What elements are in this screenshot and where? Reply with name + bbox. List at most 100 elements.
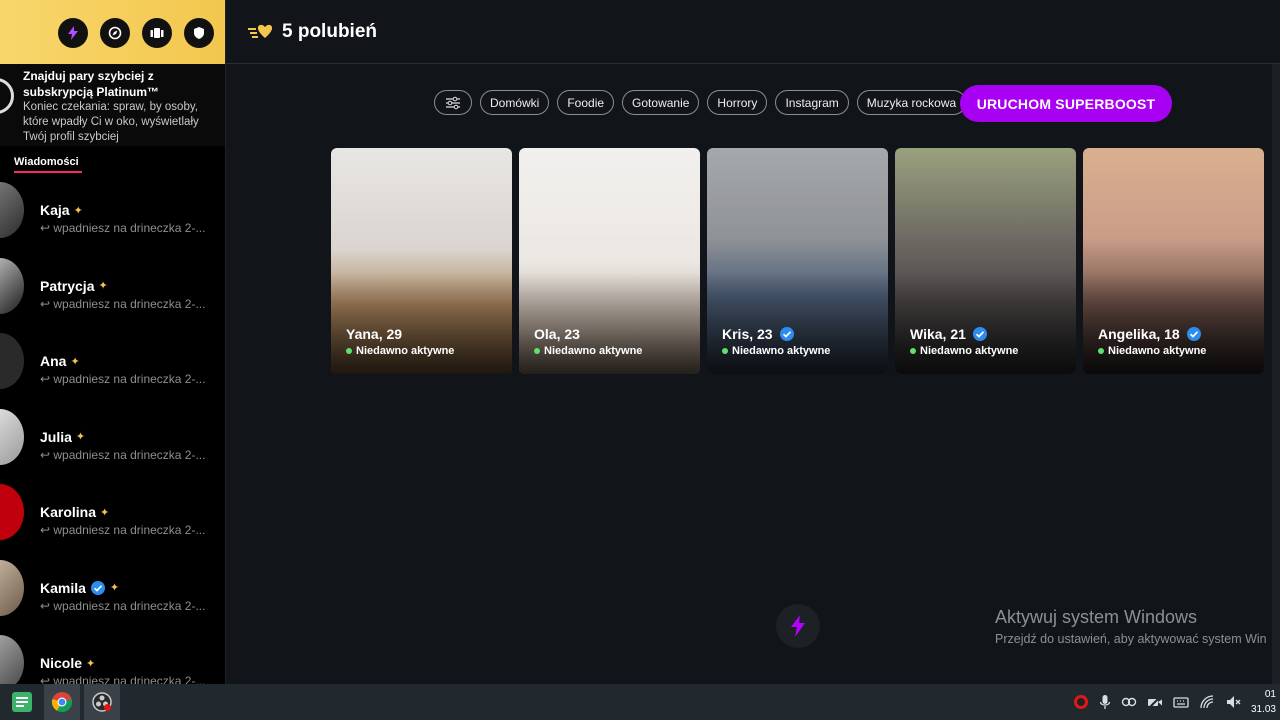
filter-chip[interactable]: Instagram <box>775 90 849 115</box>
filter-bar: Domówki Foodie Gotowanie Horrory Instagr… <box>434 90 985 115</box>
scrollbar[interactable] <box>1272 64 1280 684</box>
tab-messages[interactable]: Wiadomości <box>14 156 79 168</box>
filter-chip[interactable]: Foodie <box>557 90 615 115</box>
camera-off-icon[interactable] <box>1147 694 1163 710</box>
watermark-subtitle: Przejdź do ustawień, aby aktywować syste… <box>995 632 1267 646</box>
card-name: Angelika, 18 <box>1098 326 1202 342</box>
message-snippet: ↩ wpadniesz na drineczka 2-... <box>40 372 206 386</box>
super-like-icon: ✦ <box>70 355 80 368</box>
super-like-icon: ✦ <box>100 506 110 519</box>
sidebar-tabs: Wiadomości <box>0 146 225 174</box>
filter-chip[interactable]: Gotowanie <box>622 90 700 115</box>
clock-date: 31.03 <box>1250 704 1276 715</box>
promo-description: Koniec czekania: spraw, by osoby, które … <box>23 101 199 143</box>
message-snippet: ↩ wpadniesz na drineczka 2-... <box>40 674 206 684</box>
card-name: Yana, 29 <box>346 326 403 342</box>
message-name: Kamila ✦ <box>40 579 120 596</box>
clock-time: 01 <box>1264 689 1276 700</box>
message-item[interactable]: Patrycja ✦ ↩ wpadniesz na drineczka 2-... <box>0 251 225 327</box>
bolt-icon <box>791 615 805 637</box>
explore-icon[interactable] <box>100 18 130 48</box>
avatar <box>0 559 24 616</box>
taskbar-app-chrome[interactable] <box>44 684 80 720</box>
obs-icon <box>92 692 112 712</box>
message-name: Patrycja ✦ <box>40 277 108 294</box>
like-card[interactable]: Ola, 23 Niedawno aktywne <box>519 148 700 374</box>
microphone-icon[interactable] <box>1099 694 1111 710</box>
message-list: Kaja ✦ ↩ wpadniesz na drineczka 2-... Pat… <box>0 175 225 684</box>
super-like-icon: ✦ <box>86 657 96 670</box>
online-dot-icon <box>722 348 728 354</box>
wifi-icon[interactable] <box>1199 694 1215 710</box>
message-snippet: ↩ wpadniesz na drineczka 2-... <box>40 523 206 537</box>
taskbar-clock[interactable]: 01 31.03 <box>1251 687 1276 717</box>
super-like-icon: ✦ <box>109 582 120 594</box>
gold-heart-icon <box>248 24 273 38</box>
like-card[interactable]: Angelika, 18 Niedawno aktywne <box>1083 148 1264 374</box>
cards-icon[interactable] <box>142 18 172 48</box>
avatar <box>0 484 24 540</box>
sidebar: Znajduj pary szybciej z subskrypcją Plat… <box>0 0 226 684</box>
verified-icon <box>972 327 987 341</box>
card-name: Ola, 23 <box>534 326 580 342</box>
message-item[interactable]: Nicole ✦ ↩ wpadniesz na drineczka 2-... <box>0 628 225 684</box>
verified-icon <box>1186 327 1201 341</box>
boost-fab[interactable] <box>776 604 820 648</box>
profile-app-icon <box>12 692 32 712</box>
boost-icon[interactable] <box>58 18 88 48</box>
keyboard-icon[interactable] <box>1173 694 1189 710</box>
like-card[interactable]: Yana, 29 Niedawno aktywne <box>331 148 512 374</box>
tinder-app: Znajduj pary szybciej z subskrypcją Plat… <box>0 0 1280 684</box>
message-item[interactable]: Julia ✦ ↩ wpadniesz na drineczka 2-... <box>0 402 225 478</box>
taskbar-app-profile[interactable] <box>4 684 40 720</box>
message-name: Kaja ✦ <box>40 202 83 218</box>
card-name: Kris, 23 <box>722 326 795 342</box>
message-item[interactable]: Karolina ✦ ↩ wpadniesz na drineczka 2-... <box>0 477 225 553</box>
windows-activation-watermark: Aktywuj system Windows Przejdź do ustawi… <box>995 607 1267 646</box>
platinum-promo[interactable]: Znajduj pary szybciej z subskrypcją Plat… <box>0 64 225 146</box>
shield-icon[interactable] <box>184 18 214 48</box>
filter-settings-button[interactable] <box>434 90 472 115</box>
promo-title: Znajduj pary szybciej z subskrypcją Plat… <box>23 69 160 99</box>
card-status: Niedawno aktywne <box>722 345 830 357</box>
filter-chip[interactable]: Domówki <box>480 90 550 115</box>
like-card[interactable]: Kris, 23 Niedawno aktywne <box>707 148 888 374</box>
windows-taskbar: 01 31.03 <box>0 684 1280 720</box>
likes-count-title: 5 polubień <box>282 20 377 42</box>
card-status: Niedawno aktywne <box>1098 345 1206 357</box>
likes-grid: Yana, 29 Niedawno aktywne Ola, 23 Niedaw… <box>331 148 1264 374</box>
promo-avatar-ring <box>0 78 14 114</box>
superboost-button[interactable]: URUCHOM SUPERBOOST <box>960 85 1172 122</box>
message-snippet: ↩ wpadniesz na drineczka 2-... <box>40 221 206 235</box>
message-name: Nicole ✦ <box>40 655 96 671</box>
like-card[interactable]: Wika, 21 Niedawno aktywne <box>895 148 1076 374</box>
message-name: Ana ✦ <box>40 353 80 369</box>
avatar <box>0 182 24 238</box>
message-item[interactable]: Kamila ✦ ↩ wpadniesz na drineczka 2-... <box>0 553 225 629</box>
taskbar-app-obs[interactable] <box>84 684 120 720</box>
card-status: Niedawno aktywne <box>534 345 642 357</box>
super-like-icon: ✦ <box>98 280 108 292</box>
sliders-icon <box>446 96 460 109</box>
system-tray: 01 31.03 <box>1073 684 1280 720</box>
likes-header: 5 polubień <box>226 0 1280 64</box>
speaker-muted-icon[interactable] <box>1225 694 1241 710</box>
message-item[interactable]: Kaja ✦ ↩ wpadniesz na drineczka 2-... <box>0 175 225 251</box>
online-dot-icon <box>346 348 352 354</box>
verified-icon <box>779 327 794 341</box>
online-dot-icon <box>534 348 540 354</box>
card-status: Niedawno aktywne <box>346 345 454 357</box>
watermark-title: Aktywuj system Windows <box>995 607 1198 627</box>
link-icon[interactable] <box>1121 694 1137 710</box>
online-dot-icon <box>1098 348 1104 354</box>
tab-active-indicator <box>14 171 82 173</box>
message-snippet: ↩ wpadniesz na drineczka 2-... <box>40 296 206 311</box>
obs-tray-icon[interactable] <box>1073 694 1089 710</box>
online-dot-icon <box>910 348 916 354</box>
verified-icon <box>90 580 105 595</box>
filter-chip[interactable]: Horrory <box>707 90 768 115</box>
filter-chip[interactable]: Muzyka rockowa <box>856 90 967 115</box>
message-item[interactable]: Ana ✦ ↩ wpadniesz na drineczka 2-... <box>0 326 225 402</box>
avatar <box>0 408 24 465</box>
avatar <box>0 333 24 389</box>
